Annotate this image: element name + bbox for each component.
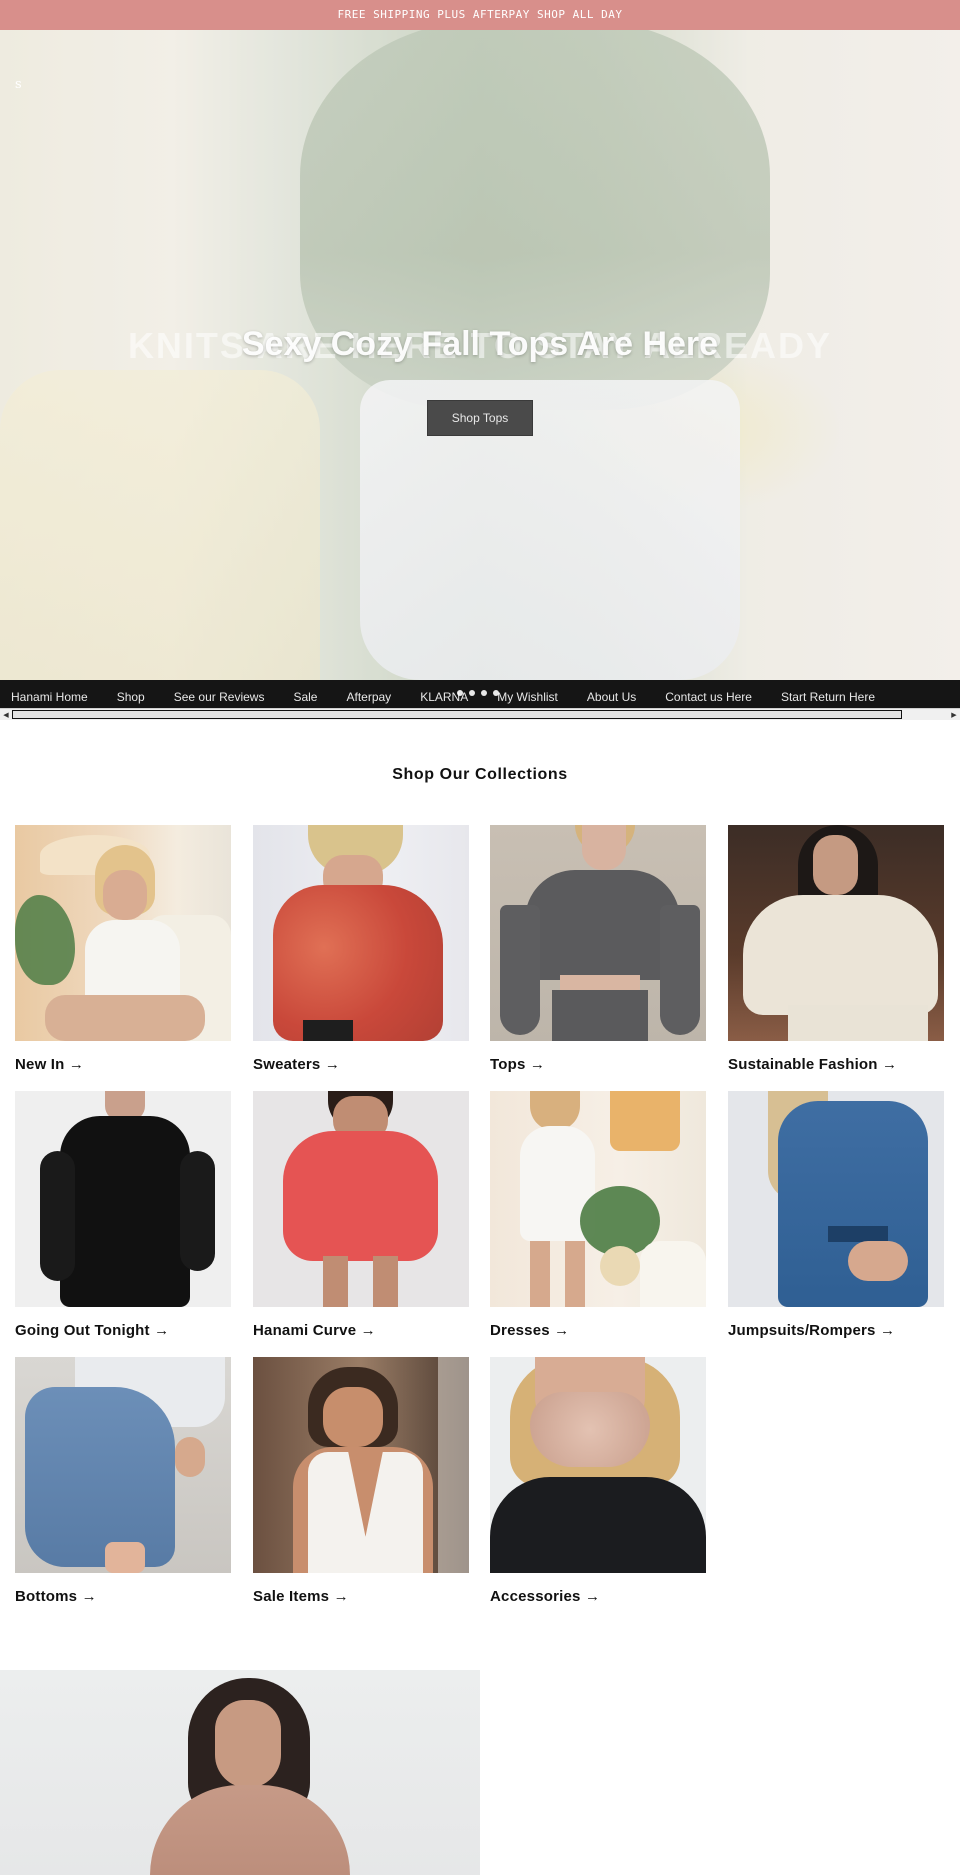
promo-sequin-top bbox=[150, 1785, 350, 1875]
nav-item-sale[interactable]: Sale bbox=[293, 690, 317, 704]
collection-label[interactable]: Bottoms → bbox=[15, 1588, 97, 1605]
shop-tops-button[interactable]: Shop Tops bbox=[427, 400, 533, 436]
collection-card-jumpsuits-rompers[interactable]: Jumpsuits/Rompers → bbox=[728, 1091, 944, 1339]
collection-image-new-in bbox=[15, 825, 231, 1041]
hero-title: Sexy Cozy Fall Tops Are Here bbox=[241, 325, 719, 363]
collection-card-going-out-tonight[interactable]: Going Out Tonight → bbox=[15, 1091, 231, 1339]
nav-item-shop[interactable]: Shop bbox=[117, 690, 145, 704]
collection-image-sale-items bbox=[253, 1357, 469, 1573]
collection-image-going-out-tonight bbox=[15, 1091, 231, 1307]
nav-item-wishlist[interactable]: My Wishlist bbox=[497, 690, 558, 704]
collection-label[interactable]: Dresses → bbox=[490, 1322, 569, 1339]
collection-label[interactable]: Tops → bbox=[490, 1056, 545, 1073]
site-logo[interactable]: s bbox=[15, 77, 22, 92]
horizontal-scrollbar[interactable]: ◀ ▶ bbox=[0, 708, 960, 720]
collection-card-sale-items[interactable]: Sale Items → bbox=[253, 1357, 469, 1605]
collection-card-accessories[interactable]: Accessories → bbox=[490, 1357, 706, 1605]
collection-image-sweaters bbox=[253, 825, 469, 1041]
collection-card-tops[interactable]: Tops → bbox=[490, 825, 706, 1073]
collection-label[interactable]: Sustainable Fashion → bbox=[728, 1056, 897, 1073]
slideshow-dots[interactable] bbox=[457, 690, 499, 696]
collection-image-jumpsuits-rompers bbox=[728, 1091, 944, 1307]
slide-dot[interactable] bbox=[493, 690, 499, 696]
scroll-left-icon[interactable]: ◀ bbox=[0, 709, 12, 720]
promo-model-face bbox=[215, 1700, 281, 1788]
collection-card-new-in[interactable]: New In → bbox=[15, 825, 231, 1073]
collection-card-dresses[interactable]: Dresses → bbox=[490, 1091, 706, 1339]
collection-card-hanami-curve[interactable]: Hanami Curve → bbox=[253, 1091, 469, 1339]
slide-dot[interactable] bbox=[457, 690, 463, 696]
collection-label[interactable]: Hanami Curve → bbox=[253, 1322, 376, 1339]
scrollbar-thumb[interactable] bbox=[12, 710, 902, 719]
collection-card-sweaters[interactable]: Sweaters → bbox=[253, 825, 469, 1073]
slide-dot[interactable] bbox=[469, 690, 475, 696]
collection-image-hanami-curve bbox=[253, 1091, 469, 1307]
collection-image-sustainable-fashion bbox=[728, 825, 944, 1041]
nav-item-contact[interactable]: Contact us Here bbox=[665, 690, 752, 704]
collection-card-sustainable-fashion[interactable]: Sustainable Fashion → bbox=[728, 825, 944, 1073]
collection-image-bottoms bbox=[15, 1357, 231, 1573]
collection-label[interactable]: Going Out Tonight → bbox=[15, 1322, 169, 1339]
collection-image-dresses bbox=[490, 1091, 706, 1307]
collection-label[interactable]: Jumpsuits/Rompers → bbox=[728, 1322, 895, 1339]
collection-label[interactable]: Sale Items → bbox=[253, 1588, 349, 1605]
collection-image-tops bbox=[490, 825, 706, 1041]
scroll-right-icon[interactable]: ▶ bbox=[948, 709, 960, 720]
nav-item-about-us[interactable]: About Us bbox=[587, 690, 636, 704]
collection-label[interactable]: New In → bbox=[15, 1056, 84, 1073]
nav-item-reviews[interactable]: See our Reviews bbox=[174, 690, 265, 704]
collection-card-bottoms[interactable]: Bottoms → bbox=[15, 1357, 231, 1605]
collection-image-accessories bbox=[490, 1357, 706, 1573]
collection-label[interactable]: Sweaters → bbox=[253, 1056, 340, 1073]
collections-heading: Shop Our Collections bbox=[392, 766, 568, 783]
hero-banner[interactable]: s KNITS ARE HERE TO STAY ALREADY Sexy Co… bbox=[0, 30, 960, 680]
announcement-bar: FREE SHIPPING PLUS AFTERPAY SHOP ALL DAY bbox=[0, 0, 960, 30]
slide-dot[interactable] bbox=[481, 690, 487, 696]
nav-item-afterpay[interactable]: Afterpay bbox=[346, 690, 391, 704]
collection-label[interactable]: Accessories → bbox=[490, 1588, 600, 1605]
nav-item-hanami-home[interactable]: Hanami Home bbox=[11, 690, 88, 704]
nav-item-start-return[interactable]: Start Return Here bbox=[781, 690, 875, 704]
featured-promo-image[interactable] bbox=[0, 1670, 480, 1875]
